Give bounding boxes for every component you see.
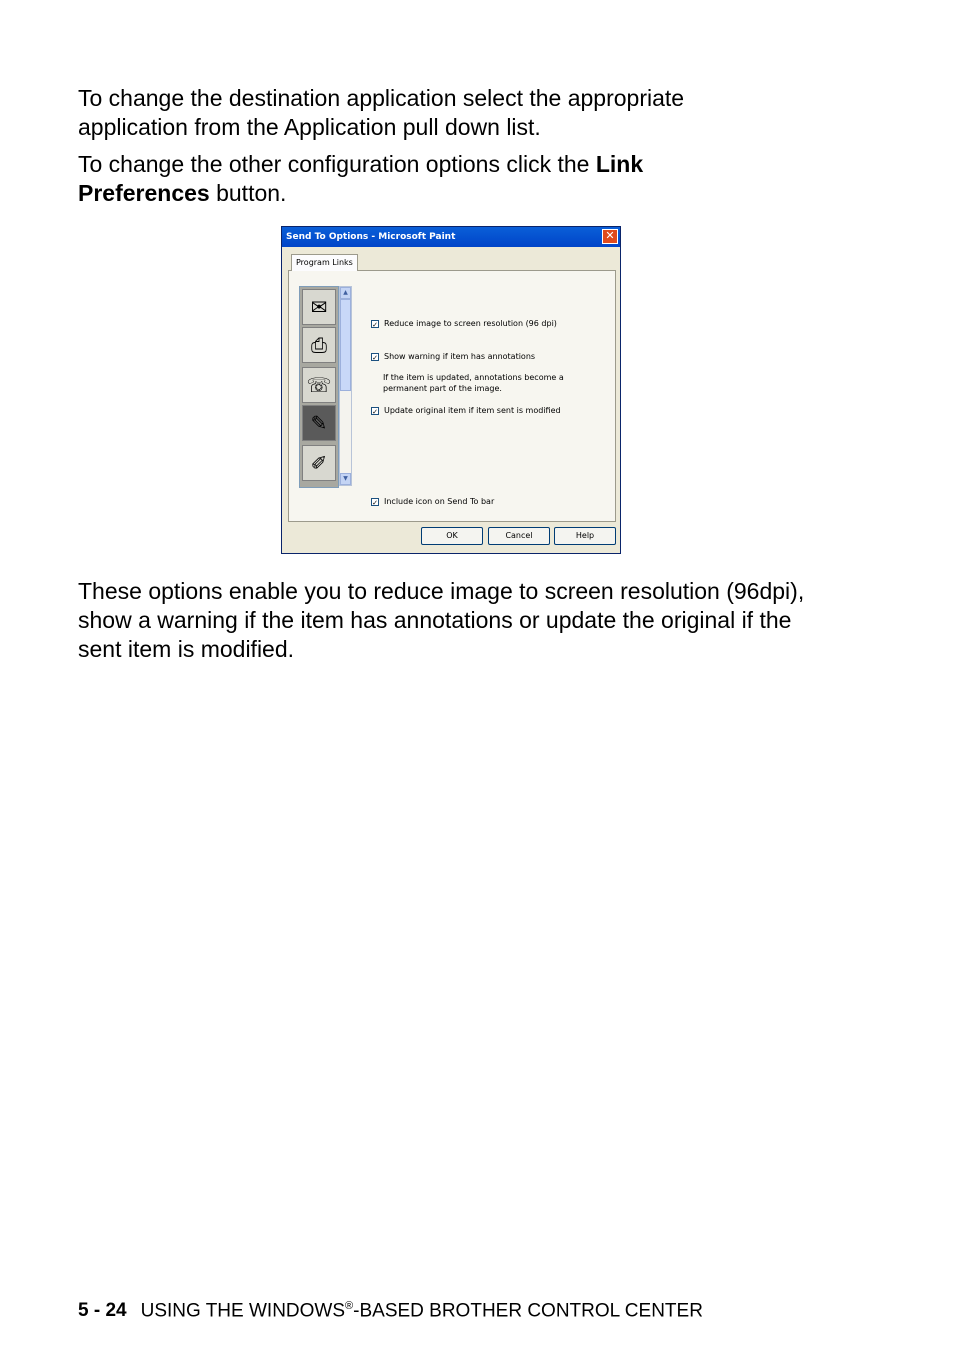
- help-button[interactable]: Help: [554, 527, 616, 545]
- page-footer: 5 - 24 USING THE WINDOWS®-BASED BROTHER C…: [78, 1300, 703, 1322]
- mail-icon[interactable]: ✉: [302, 289, 336, 325]
- annotations-note: If the item is updated, annotations beco…: [383, 373, 564, 393]
- footer-text-start: USING THE WINDOWS: [140, 1300, 346, 1322]
- close-icon[interactable]: ✕: [602, 229, 618, 244]
- reduce-resolution-option[interactable]: ✓ Reduce image to screen resolution (96 d…: [371, 319, 557, 329]
- p2-text-end: button.: [209, 180, 287, 206]
- tab-program-links[interactable]: Program Links: [291, 254, 358, 271]
- show-warning-checkbox[interactable]: ✓: [371, 352, 379, 362]
- scroll-thumb[interactable]: [340, 299, 351, 391]
- program-links-panel: ✉ ⎙ ☏ ✎ ✐ ▲ ▼ ✓ Reduce image to screen re…: [288, 270, 616, 522]
- application-icon-list[interactable]: ✉ ⎙ ☏ ✎ ✐: [299, 286, 339, 488]
- reduce-resolution-checkbox[interactable]: ✓: [371, 319, 379, 329]
- include-icon-option[interactable]: ✓ Include icon on Send To bar: [371, 497, 495, 507]
- send-to-options-dialog: Send To Options - Microsoft Paint ✕ Prog…: [281, 226, 621, 554]
- paint-icon[interactable]: ✎: [302, 405, 336, 441]
- intro-paragraph-1: To change the destination application se…: [78, 85, 685, 140]
- registered-mark: ®: [345, 1300, 354, 1312]
- scroll-down-icon[interactable]: ▼: [340, 473, 351, 485]
- show-warning-option[interactable]: ✓ Show warning if item has annotations: [371, 352, 536, 362]
- cancel-button[interactable]: Cancel: [488, 527, 550, 545]
- reduce-resolution-label: Reduce image to screen resolution (96 dp…: [384, 319, 557, 328]
- update-original-label: Update original item if item sent is mod…: [384, 406, 561, 415]
- ok-button[interactable]: OK: [421, 527, 483, 545]
- icon-list-scrollbar[interactable]: ▲ ▼: [339, 286, 352, 486]
- include-icon-label: Include icon on Send To bar: [384, 497, 495, 506]
- footer-text-end: -BASED BROTHER CONTROL CENTER: [353, 1300, 703, 1322]
- show-warning-label: Show warning if item has annotations: [384, 352, 536, 361]
- intro-paragraph-2: To change the other configuration option…: [78, 150, 778, 208]
- printer-icon[interactable]: ⎙: [302, 327, 336, 363]
- dialog-title-bar: Send To Options - Microsoft Paint ✕: [282, 227, 620, 247]
- outro-paragraph: These options enable you to reduce image…: [78, 578, 805, 662]
- include-icon-checkbox[interactable]: ✓: [371, 497, 379, 507]
- p2-text-start: To change the other configuration option…: [78, 151, 596, 177]
- dialog-title: Send To Options - Microsoft Paint: [286, 232, 456, 242]
- scroll-up-icon[interactable]: ▲: [340, 287, 351, 299]
- update-original-option[interactable]: ✓ Update original item if item sent is mo…: [371, 406, 561, 416]
- page-number: 5 - 24: [78, 1300, 127, 1322]
- update-original-checkbox[interactable]: ✓: [371, 406, 379, 416]
- fax-icon[interactable]: ☏: [302, 367, 336, 403]
- notepad-icon[interactable]: ✐: [302, 445, 336, 481]
